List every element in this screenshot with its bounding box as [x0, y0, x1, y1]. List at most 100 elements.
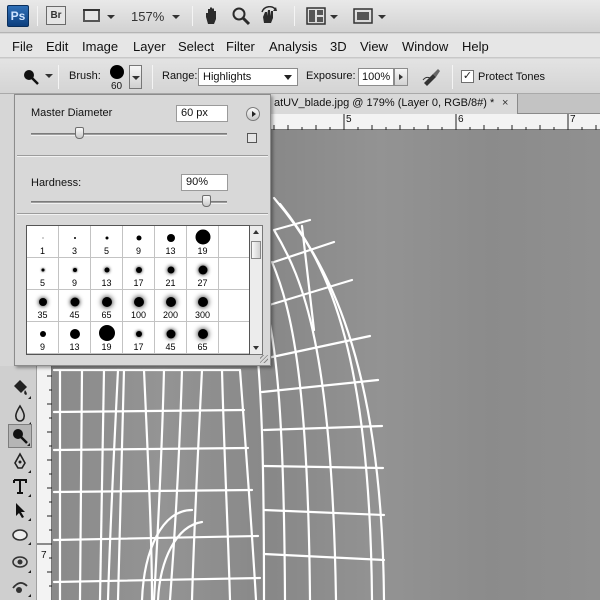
brush-preset[interactable]: 9 — [123, 226, 155, 258]
brush-preset[interactable]: 5 — [27, 258, 59, 290]
tool-flyout-indicator — [28, 542, 31, 545]
arrange-dropdown-arrow[interactable] — [330, 15, 338, 19]
master-diameter-input[interactable]: 60 px — [176, 105, 228, 122]
tool-preset-arrow[interactable] — [45, 74, 53, 78]
screen-mode-button[interactable] — [352, 6, 374, 26]
protect-tones-checkbox[interactable]: ✓ — [461, 70, 474, 83]
brush-preset[interactable]: 65 — [91, 290, 123, 322]
zoom-icon — [232, 7, 251, 26]
close-document-icon[interactable]: × — [502, 97, 508, 109]
menu-analysis[interactable]: Analysis — [269, 39, 317, 54]
scroll-down-icon[interactable] — [253, 346, 259, 350]
exposure-slider-button[interactable] — [394, 68, 408, 86]
brush-preset[interactable]: 300 — [187, 290, 219, 322]
range-dropdown-arrow — [284, 75, 292, 80]
brush-preset[interactable]: 45 — [155, 322, 187, 354]
brush-preset[interactable]: 5 — [91, 226, 123, 258]
dodge-tool[interactable] — [8, 424, 32, 448]
tool-preset-picker[interactable] — [21, 68, 41, 89]
airbrush-button[interactable] — [421, 66, 443, 89]
menu-3d[interactable]: 3D — [330, 39, 347, 54]
menu-bar: File Edit Image Layer Select Filter Anal… — [0, 34, 600, 58]
bridge-button[interactable]: Br — [46, 6, 66, 25]
brush-grid-scrollbar[interactable] — [250, 225, 263, 355]
path-selection-tool[interactable] — [8, 498, 32, 522]
brush-size: 45 — [69, 310, 80, 320]
brush-size: 45 — [165, 342, 176, 352]
hardness-input[interactable]: 90% — [181, 174, 228, 191]
brush-preset[interactable]: 3 — [59, 226, 91, 258]
brush-preset[interactable] — [219, 258, 249, 290]
blur-tool[interactable] — [8, 402, 32, 426]
resize-grip-icon[interactable] — [260, 355, 268, 363]
master-diameter-slider-thumb[interactable] — [75, 127, 84, 139]
range-select[interactable]: Highlights — [198, 68, 298, 86]
path-selection-icon — [16, 503, 25, 518]
brush-preset[interactable]: 9 — [59, 258, 91, 290]
menu-file[interactable]: File — [12, 39, 33, 54]
master-diameter-slider[interactable] — [31, 133, 227, 136]
menu-layer[interactable]: Layer — [133, 39, 166, 54]
horizontal-ruler[interactable]: 5 6 7 — [270, 114, 600, 130]
brush-tip — [136, 235, 141, 241]
brush-preset[interactable]: 19 — [91, 322, 123, 354]
hardness-slider-thumb[interactable] — [202, 195, 212, 207]
brush-preset[interactable]: 27 — [187, 258, 219, 290]
panel-menu-button[interactable] — [246, 107, 260, 121]
brush-preset[interactable]: 100 — [123, 290, 155, 322]
brush-tip — [167, 266, 174, 274]
brush-preset[interactable]: 9 — [27, 322, 59, 354]
3d-orbit-tool[interactable] — [8, 574, 32, 598]
paint-bucket-tool[interactable] — [8, 376, 32, 400]
menu-window[interactable]: Window — [402, 39, 448, 54]
brush-tip — [42, 237, 43, 239]
hand-tool-button[interactable] — [201, 6, 223, 26]
arrange-documents-button[interactable] — [305, 6, 327, 26]
brush-tip — [69, 329, 80, 339]
brush-preset[interactable]: 21 — [155, 258, 187, 290]
menu-edit[interactable]: Edit — [46, 39, 68, 54]
reset-brush-icon[interactable] — [247, 133, 257, 143]
brush-preset[interactable]: 17 — [123, 258, 155, 290]
screen-mode-dropdown-arrow[interactable] — [378, 15, 386, 19]
brush-preset[interactable]: 35 — [27, 290, 59, 322]
shape-tool[interactable] — [8, 522, 32, 546]
zoom-dropdown-arrow[interactable] — [172, 15, 180, 19]
brush-preset[interactable] — [219, 226, 249, 258]
menu-view[interactable]: View — [360, 39, 388, 54]
menu-filter[interactable]: Filter — [226, 39, 255, 54]
brush-preset[interactable] — [219, 322, 249, 354]
pen-tool[interactable] — [8, 450, 32, 474]
type-tool[interactable] — [8, 474, 32, 498]
brush-preset[interactable]: 200 — [155, 290, 187, 322]
view-extras-arrow[interactable] — [107, 15, 115, 19]
brush-size: 9 — [39, 342, 45, 352]
rotate-view-button[interactable] — [258, 6, 282, 26]
3d-rotate-tool[interactable] — [8, 550, 32, 574]
brush-preset[interactable]: 13 — [59, 322, 91, 354]
brush-preset[interactable]: 45 — [59, 290, 91, 322]
brush-preset[interactable]: 17 — [123, 322, 155, 354]
zoom-level[interactable]: 157% — [131, 9, 164, 24]
brush-picker-button[interactable] — [129, 65, 142, 89]
exposure-input[interactable]: 100% — [358, 68, 394, 86]
menu-select[interactable]: Select — [178, 39, 214, 54]
brush-preset[interactable]: 13 — [155, 226, 187, 258]
scrollbar-thumb[interactable] — [251, 241, 261, 259]
brush-preset[interactable] — [219, 290, 249, 322]
brush-preset[interactable]: 65 — [187, 322, 219, 354]
brush-preset[interactable]: 19 — [187, 226, 219, 258]
brush-tip — [166, 329, 175, 339]
scroll-up-icon[interactable] — [253, 230, 259, 234]
hardness-slider[interactable] — [31, 201, 227, 204]
brush-preset[interactable]: 13 — [91, 258, 123, 290]
zoom-tool-button[interactable] — [229, 6, 253, 26]
brush-preset[interactable]: 1 — [27, 226, 59, 258]
vertical-ruler[interactable]: 7 — [37, 366, 52, 600]
document-tab[interactable]: atUV_blade.jpg @ 179% (Layer 0, RGB/8#) … — [270, 94, 518, 114]
menu-image[interactable]: Image — [82, 39, 118, 54]
view-extras-button[interactable] — [80, 6, 106, 26]
brush-preview[interactable] — [110, 65, 124, 79]
menu-help[interactable]: Help — [462, 39, 489, 54]
brush-tip — [104, 267, 109, 273]
